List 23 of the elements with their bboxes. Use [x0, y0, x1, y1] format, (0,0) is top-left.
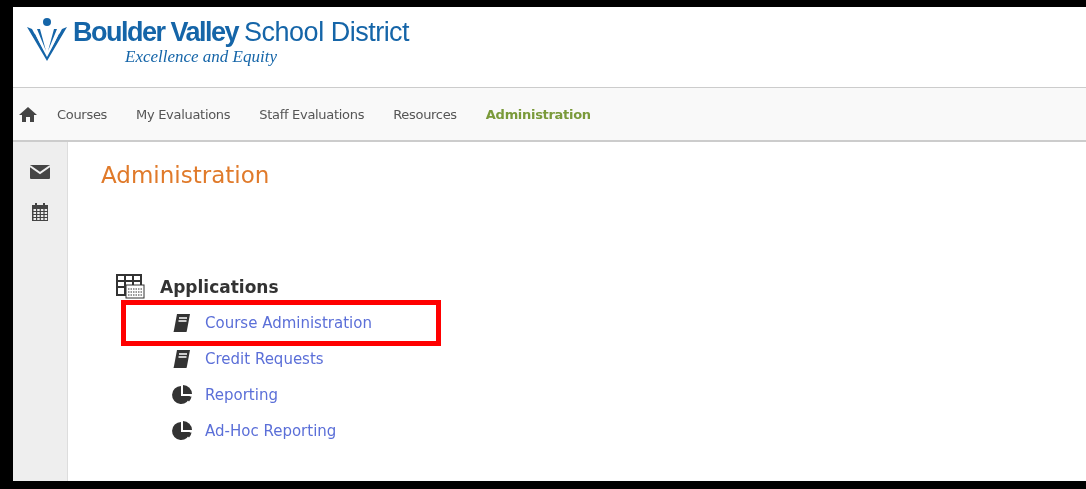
page-title: Administration: [101, 162, 271, 188]
nav-tab[interactable]: Staff Evaluations: [259, 106, 365, 122]
home-icon[interactable]: [19, 106, 37, 122]
book-icon: [171, 312, 193, 334]
application-link[interactable]: Credit Requests: [205, 350, 324, 368]
application-link[interactable]: Course Administration: [205, 314, 372, 332]
table-icon: [116, 274, 146, 300]
section-title: Applications: [160, 277, 279, 297]
nav-tab[interactable]: Courses: [57, 106, 108, 122]
logo-name: Boulder Valley: [73, 17, 239, 47]
nav-tab[interactable]: Resources: [393, 106, 457, 122]
mail-icon[interactable]: [30, 164, 50, 180]
calendar-icon[interactable]: [31, 202, 49, 222]
nav-tab[interactable]: Administration: [485, 106, 591, 122]
logo-tagline: Excellence and Equity: [125, 47, 278, 67]
application-link[interactable]: Ad-Hoc Reporting: [205, 422, 337, 440]
logo-icon: [25, 17, 69, 63]
book-icon: [171, 348, 193, 370]
pie-chart-icon: [171, 420, 193, 442]
pie-chart-icon: [171, 384, 193, 406]
logo-name: School District: [244, 17, 410, 47]
application-link[interactable]: Reporting: [205, 386, 278, 404]
nav-tab[interactable]: My Evaluations: [136, 106, 231, 122]
